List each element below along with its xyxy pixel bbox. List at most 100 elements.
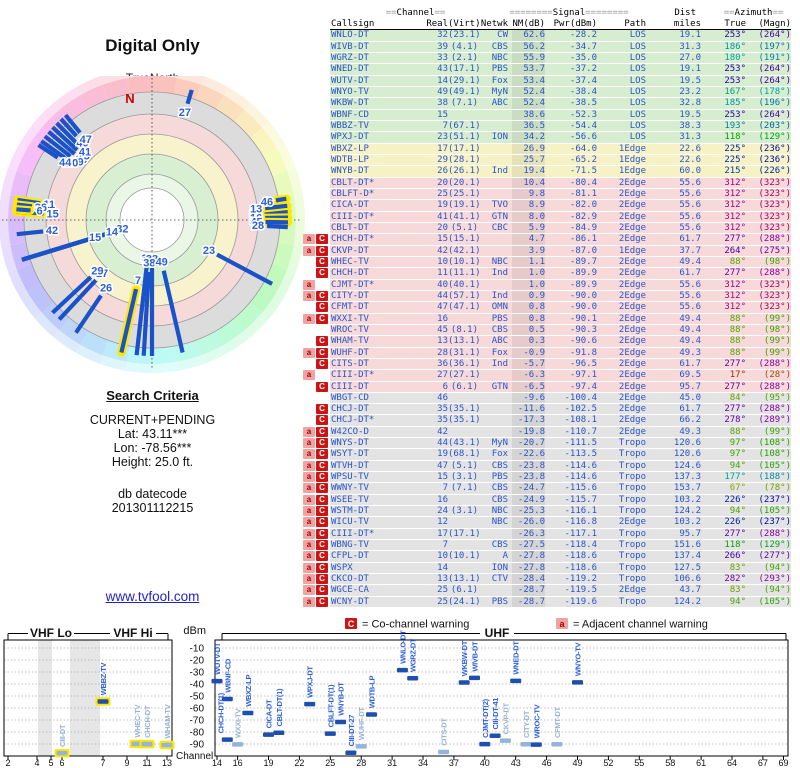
cell-noise-margin: -24.9: [512, 494, 545, 506]
radar-bar: [16, 207, 31, 213]
cell-virtual-channel: (13.1): [448, 336, 481, 347]
cell-power: -89.7: [569, 256, 597, 267]
cell-noise-margin: 3.9: [512, 245, 545, 256]
cell-network: [478, 585, 512, 595]
dbm-tick-label: -40: [190, 680, 205, 691]
cell-callsign: WPSU-TV: [331, 472, 369, 483]
warning-markers: aC: [298, 472, 330, 483]
cell-callsign: WKBW-DT: [331, 98, 369, 109]
co-channel-marker: C: [316, 415, 328, 426]
cell-path: LOS: [629, 120, 646, 131]
cell-azimuth-magnetic: (178°): [758, 86, 791, 97]
tvfool-link[interactable]: www.tvfool.com: [106, 589, 200, 604]
cell-callsign: WWNY-TV: [331, 483, 369, 494]
cell-noise-margin: -27.8: [512, 562, 545, 574]
cell-network: CBS: [491, 540, 508, 551]
channel-tick-label: 31: [387, 758, 397, 768]
table-row: WBNF-CD 15 38.6 -52.3 LOS 19.5 253° (264°): [298, 109, 791, 121]
channel-tick-label: 19: [263, 758, 273, 768]
warning-markers: aC: [298, 426, 330, 438]
cell-azimuth-magnetic: (264°): [758, 30, 791, 41]
radar-channel-label: 44: [59, 157, 72, 169]
cell-distance-miles: 55.6: [679, 222, 701, 233]
chart-bar-label: CFMT-DT: [553, 706, 562, 738]
adjacent-channel-marker: a: [303, 449, 315, 460]
col-header-nmdb: NM(dB): [512, 19, 545, 29]
radar-bar: [266, 223, 288, 230]
cell-noise-margin: -0.9: [512, 347, 545, 358]
chart-bar-label: WHAM-TV: [163, 704, 172, 738]
cell-real-channel: 14: [437, 562, 448, 573]
cell-azimuth-magnetic: (188°): [758, 472, 791, 483]
cell-azimuth-magnetic: (323°): [758, 211, 791, 222]
warning-markers: [298, 64, 330, 75]
cell-azimuth-true: 180°: [724, 52, 746, 63]
cell-noise-margin: -19.8: [512, 426, 545, 438]
cell-path: LOS: [629, 64, 646, 75]
radar-channel-label: 28: [252, 220, 264, 232]
cell-network: CBS: [491, 460, 508, 471]
cell-azimuth-magnetic: (98°): [763, 256, 791, 267]
cell-azimuth-true: 312°: [724, 211, 746, 222]
cell-network: NBC: [491, 256, 508, 267]
radar-channel-label: 49: [156, 256, 168, 268]
cell-noise-margin: -28.7: [512, 596, 545, 608]
cell-noise-margin: 0.8: [512, 313, 545, 324]
warning-markers: C: [298, 302, 330, 313]
table-row: WNYB-DT 26 (26.1) Ind 19.4 -71.5 1Edge 60.0 215°…: [298, 166, 791, 178]
cell-path: LOS: [629, 30, 646, 41]
cell-callsign: CBLT-DT: [331, 222, 369, 233]
chart-bar: [232, 742, 244, 747]
cell-azimuth-magnetic: (94°): [763, 585, 791, 596]
cell-callsign: WCNY-DT: [331, 596, 369, 607]
warning-markers: [298, 42, 330, 53]
cell-azimuth-true: 277°: [724, 268, 746, 279]
table-row: WNED-DT 43 (17.1) PBS 53.7 -37.2 LOS 19.1 253° (2…: [298, 64, 791, 76]
cell-power: -115.7: [564, 494, 597, 505]
cell-virtual-channel: (28.1): [448, 154, 481, 165]
azimuth-group-header: ==Azimuth==: [723, 8, 784, 18]
cell-noise-margin: -6.3: [512, 370, 545, 381]
signal-strength-chart: C = Co-channel warning a = Adjacent channel…: [3, 618, 789, 768]
cell-azimuth-magnetic: (288°): [758, 358, 791, 369]
warning-markers: aC: [298, 245, 330, 257]
cell-network: Fox: [491, 449, 508, 460]
col-header-virt: (Virt): [448, 19, 481, 29]
cell-callsign: CIII-DT*: [331, 528, 375, 539]
cell-noise-margin: 38.6: [512, 109, 545, 120]
cell-distance-miles: 106.6: [673, 574, 701, 585]
cell-real-channel: 7: [442, 483, 448, 494]
cell-azimuth-magnetic: (288°): [758, 268, 791, 279]
cell-callsign: WNED-DT: [331, 64, 369, 75]
chart-bar-label: WBNF-CD: [223, 658, 232, 693]
warning-markers: [298, 98, 330, 109]
cell-distance-miles: 22.6: [679, 154, 701, 165]
table-row: WBGT-CD 46 -9.6 -100.4 2Edge 45.0 84° (95°): [298, 392, 791, 405]
cell-virtual-channel: (17.1): [448, 528, 481, 539]
cell-power: -116.1: [564, 506, 597, 517]
cell-path: 1Edge: [618, 245, 646, 256]
cell-callsign: CHCJ-DT: [331, 404, 369, 415]
cell-real-channel: 25: [437, 188, 448, 199]
cell-distance-miles: 61.7: [679, 404, 701, 415]
cell-virtual-channel: (7.1): [450, 483, 478, 494]
chart-bar: [530, 742, 542, 747]
cell-path: Tropo: [618, 528, 646, 539]
cell-distance-miles: 103.2: [673, 494, 701, 505]
chart-bar-label: WBBZ-TV: [99, 663, 108, 696]
chart-bar-label: WIVB-DT: [471, 641, 480, 672]
cell-distance-miles: 61.7: [679, 234, 701, 245]
channel-tick-label: 14: [212, 758, 222, 768]
cell-path: LOS: [629, 75, 646, 86]
cell-real-channel: 20: [437, 222, 448, 233]
warning-markers: aC: [298, 460, 330, 472]
cell-network: CBS: [491, 41, 508, 52]
cell-azimuth-true: 312°: [724, 177, 746, 188]
cell-network: PBS: [491, 472, 508, 483]
cell-virtual-channel: [448, 110, 478, 120]
cell-noise-margin: -27.8: [512, 551, 545, 562]
table-row: WBBZ-TV 7 (67.1) 36.5 -54.4 LOS 38.3 193° (203°): [298, 120, 791, 133]
cell-noise-margin: -20.7: [512, 438, 545, 449]
warning-markers: [298, 212, 330, 223]
channel-tick-label: 6: [59, 758, 64, 768]
